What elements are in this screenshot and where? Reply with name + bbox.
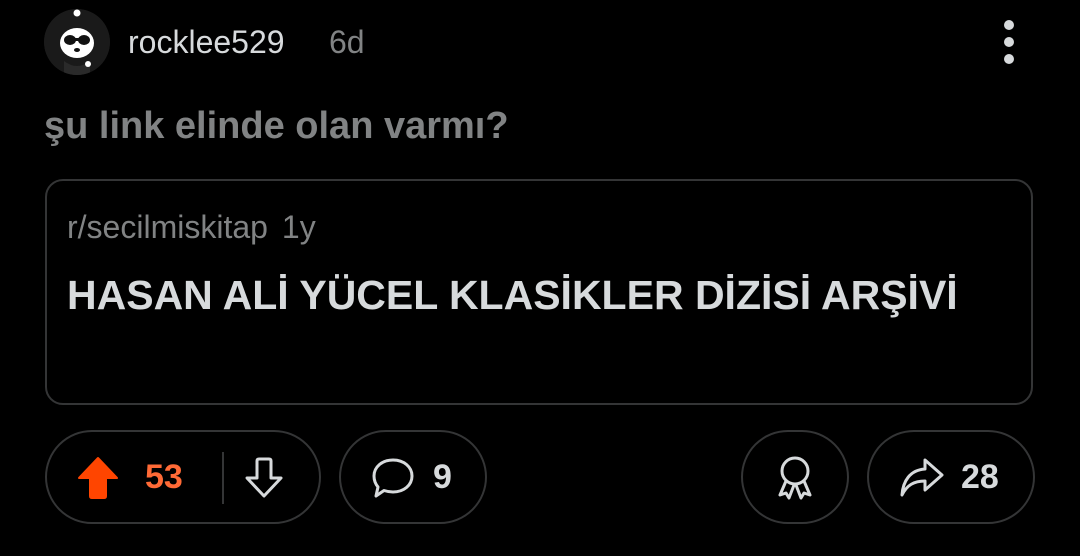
avatar[interactable] bbox=[44, 9, 110, 75]
crosspost-card[interactable]: r/secilmiskitap 1y HASAN ALİ YÜCEL KLASİK… bbox=[45, 179, 1033, 405]
share-button[interactable]: 28 bbox=[867, 430, 1035, 524]
share-count: 28 bbox=[961, 458, 999, 496]
panda-avatar-icon bbox=[44, 9, 110, 75]
comment-icon-wrap bbox=[371, 456, 415, 500]
crosspost-age: 1y bbox=[281, 209, 316, 245]
more-vertical-icon bbox=[1004, 20, 1014, 30]
more-options-button[interactable] bbox=[994, 18, 1024, 66]
downvote-arrow-icon bbox=[245, 457, 283, 498]
comment-bubble-icon bbox=[372, 458, 414, 498]
vote-bar: 53 bbox=[45, 430, 321, 524]
crosspost-subreddit[interactable]: r/secilmiskitap bbox=[67, 209, 268, 245]
crosspost-title[interactable]: HASAN ALİ YÜCEL KLASİKLER DİZİSİ ARŞİVİ bbox=[67, 267, 987, 323]
award-icon bbox=[778, 456, 812, 500]
upvote-button[interactable] bbox=[77, 456, 119, 500]
post-author[interactable]: rocklee529 bbox=[128, 22, 285, 62]
comment-count: 9 bbox=[433, 458, 452, 496]
vote-divider bbox=[222, 452, 224, 504]
award-button[interactable] bbox=[741, 430, 849, 524]
comments-button[interactable]: 9 bbox=[339, 430, 487, 524]
share-arrow-icon bbox=[900, 458, 944, 497]
crosspost-meta: r/secilmiskitap 1y bbox=[67, 207, 316, 247]
downvote-button[interactable] bbox=[243, 456, 285, 500]
upvote-arrow-icon bbox=[78, 457, 118, 499]
post-title[interactable]: şu link elinde olan varmı? bbox=[44, 102, 509, 150]
post-age: 6d bbox=[329, 24, 365, 60]
upvote-count: 53 bbox=[145, 458, 183, 496]
share-icon-wrap bbox=[899, 456, 945, 500]
